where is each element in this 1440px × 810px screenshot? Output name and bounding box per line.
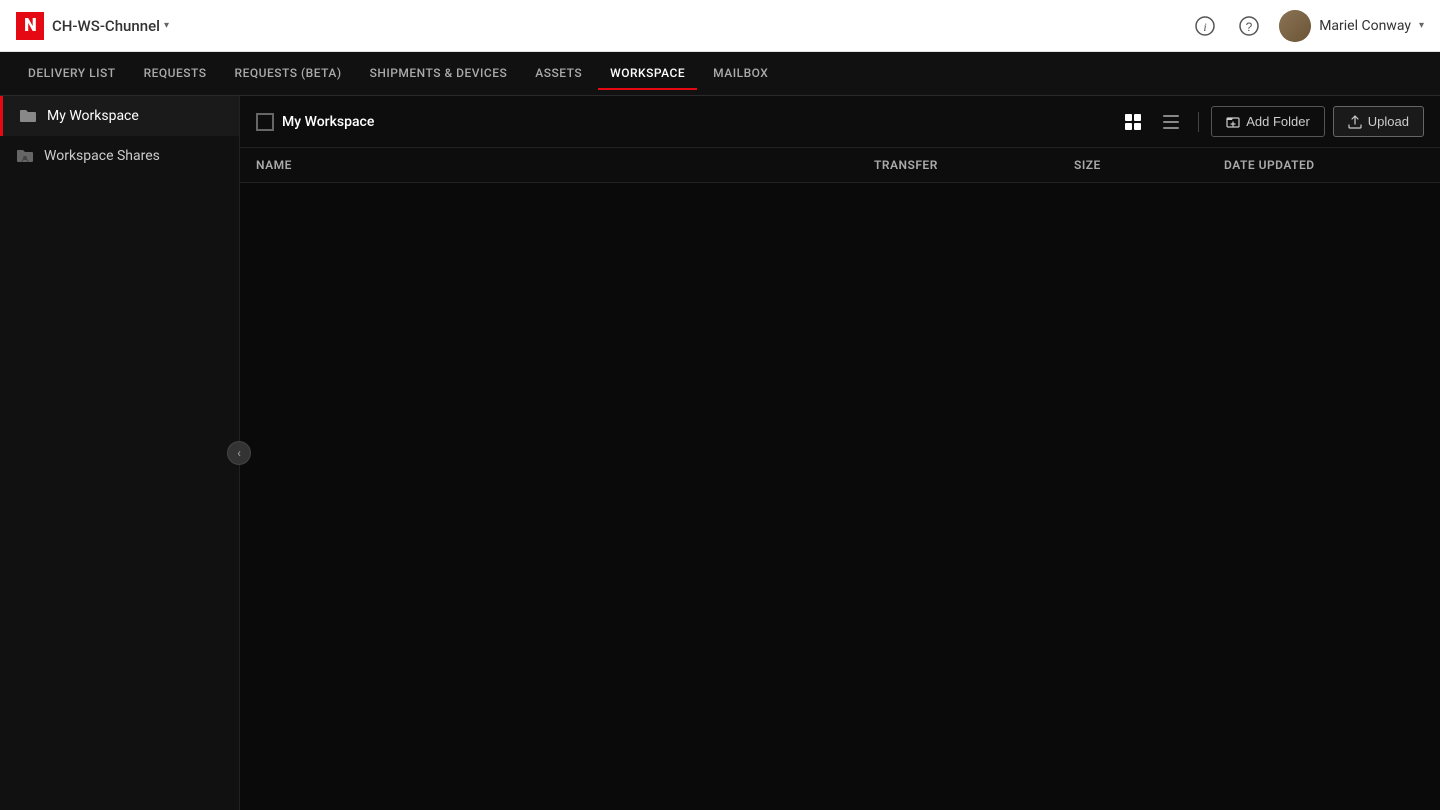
nav-assets[interactable]: ASSETS bbox=[523, 58, 594, 90]
breadcrumb-title: My Workspace bbox=[282, 114, 374, 130]
sidebar-item-my-workspace-label: My Workspace bbox=[47, 108, 139, 124]
col-header-transfer: Transfer bbox=[874, 158, 1074, 172]
nav-mailbox[interactable]: MAILBOX bbox=[701, 58, 780, 90]
avatar bbox=[1279, 10, 1311, 42]
folder-shared-icon bbox=[16, 148, 34, 164]
sidebar-collapse-button[interactable]: ‹ bbox=[227, 441, 251, 465]
collapse-icon: ‹ bbox=[237, 446, 241, 460]
user-name: Mariel Conway bbox=[1319, 18, 1411, 34]
nav-delivery-list[interactable]: DELIVERY LIST bbox=[16, 58, 128, 90]
top-navbar: N CH-WS-Chunnel ▾ i ? Mariel Conway ▾ bbox=[0, 0, 1440, 52]
nav-workspace[interactable]: WORKSPACE bbox=[598, 58, 697, 90]
navbar-right: i ? Mariel Conway ▾ bbox=[1191, 10, 1424, 42]
col-header-date-updated: Date Updated bbox=[1224, 158, 1424, 172]
main-layout: ‹ My Workspace Workspace Shares bbox=[0, 96, 1440, 810]
svg-text:i: i bbox=[1204, 20, 1207, 34]
folder-icon bbox=[19, 108, 37, 124]
sidebar-item-workspace-shares-label: Workspace Shares bbox=[44, 148, 160, 164]
col-header-name: Name bbox=[256, 158, 874, 172]
svg-text:?: ? bbox=[1246, 20, 1253, 34]
secondary-nav: DELIVERY LIST REQUESTS REQUESTS (BETA) S… bbox=[0, 52, 1440, 96]
content-actions: Add Folder Upload bbox=[1118, 106, 1424, 137]
user-menu-caret: ▾ bbox=[1419, 20, 1424, 31]
upload-label: Upload bbox=[1368, 114, 1409, 129]
content-header: My Workspace bbox=[240, 96, 1440, 148]
help-button[interactable]: ? bbox=[1235, 12, 1263, 40]
sidebar-item-my-workspace[interactable]: My Workspace bbox=[0, 96, 239, 136]
toolbar-divider bbox=[1198, 112, 1199, 132]
user-menu[interactable]: Mariel Conway ▾ bbox=[1279, 10, 1424, 42]
app-title-button[interactable]: CH-WS-Chunnel ▾ bbox=[52, 17, 169, 35]
add-folder-label: Add Folder bbox=[1246, 114, 1310, 129]
sidebar: ‹ My Workspace Workspace Shares bbox=[0, 96, 240, 810]
netflix-logo: N bbox=[16, 12, 44, 40]
table-content bbox=[240, 183, 1440, 810]
col-header-size: Size bbox=[1074, 158, 1224, 172]
select-all-checkbox[interactable] bbox=[256, 113, 274, 131]
grid-view-button[interactable] bbox=[1118, 107, 1148, 137]
upload-button[interactable]: Upload bbox=[1333, 106, 1424, 137]
add-folder-button[interactable]: Add Folder bbox=[1211, 106, 1325, 137]
content-area: My Workspace bbox=[240, 96, 1440, 810]
nav-requests[interactable]: REQUESTS bbox=[132, 58, 219, 90]
app-title-caret: ▾ bbox=[164, 20, 169, 31]
sidebar-item-workspace-shares[interactable]: Workspace Shares bbox=[0, 136, 239, 176]
info-button[interactable]: i bbox=[1191, 12, 1219, 40]
breadcrumb-area: My Workspace bbox=[256, 113, 374, 131]
app-title-text: CH-WS-Chunnel bbox=[52, 17, 160, 35]
nav-shipments-devices[interactable]: SHIPMENTS & DEVICES bbox=[358, 58, 520, 90]
table-header: Name Transfer Size Date Updated bbox=[240, 148, 1440, 183]
list-view-button[interactable] bbox=[1156, 107, 1186, 137]
nav-requests-beta[interactable]: REQUESTS (BETA) bbox=[223, 58, 354, 90]
navbar-left: N CH-WS-Chunnel ▾ bbox=[16, 12, 169, 40]
